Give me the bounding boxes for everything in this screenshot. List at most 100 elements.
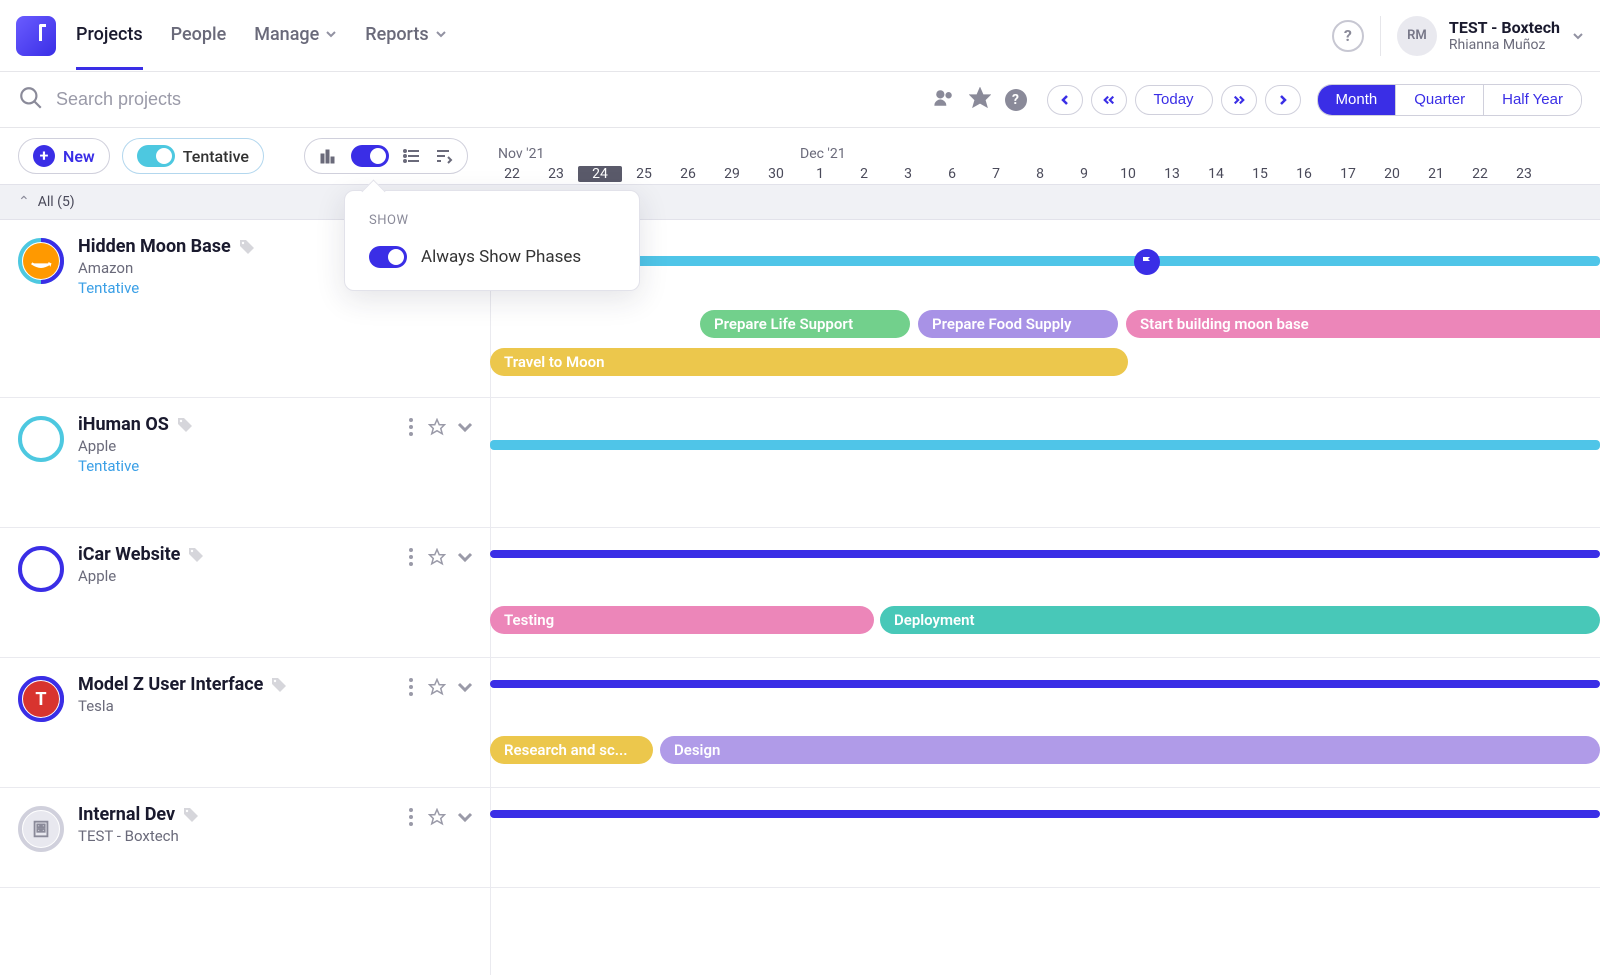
phase-bar[interactable]: Design [660, 736, 1600, 764]
search-input[interactable] [56, 89, 316, 110]
chevron-down-icon [1572, 30, 1584, 42]
range-month[interactable]: Month [1318, 85, 1396, 115]
star-icon[interactable] [969, 87, 991, 113]
project-side[interactable]: iCar Website Apple [0, 528, 490, 657]
tentative-toggle[interactable]: Tentative [122, 138, 264, 174]
tag-icon [183, 807, 199, 823]
allocation-bar[interactable] [490, 550, 1600, 558]
range-quarter[interactable]: Quarter [1395, 85, 1483, 115]
chevron-down-icon[interactable] [456, 678, 474, 696]
tag-icon [271, 677, 287, 693]
day-cell[interactable]: 30 [754, 166, 798, 182]
more-icon[interactable] [404, 678, 418, 696]
prev-button[interactable] [1047, 85, 1083, 115]
project-side[interactable]: Internal Dev TEST - Boxtech [0, 788, 490, 887]
help-icon[interactable]: ? [1332, 20, 1364, 52]
phase-bar[interactable]: Deployment [880, 606, 1600, 634]
user-org: TEST - Boxtech [1449, 18, 1560, 37]
group-header[interactable]: ⌃ All (5) [0, 184, 1600, 220]
nav-tab-reports[interactable]: Reports [365, 2, 446, 70]
project-icon [18, 238, 64, 284]
day-cell[interactable]: 17 [1326, 166, 1370, 182]
chevron-down-icon[interactable] [456, 548, 474, 566]
day-cell[interactable]: 7 [974, 166, 1018, 182]
project-icon [18, 416, 64, 462]
new-button[interactable]: + New [18, 138, 110, 174]
chevron-down-icon[interactable] [456, 808, 474, 826]
group-header-label: All (5) [38, 194, 75, 210]
project-row: iCar Website AppleTestingDeployment [0, 528, 1600, 658]
day-cell[interactable]: 14 [1194, 166, 1238, 182]
milestone-flag-icon[interactable] [1134, 249, 1160, 275]
star-icon[interactable] [428, 418, 446, 436]
day-cell[interactable]: 23 [1502, 166, 1546, 182]
nav-tab-manage[interactable]: Manage [254, 2, 337, 70]
toggle-icon [137, 145, 175, 167]
app-logo[interactable] [16, 16, 56, 56]
allocation-bar[interactable] [490, 440, 1600, 450]
phase-bar[interactable]: Prepare Life Support [700, 310, 910, 338]
nav-tab-projects[interactable]: Projects [76, 2, 143, 70]
day-cell[interactable]: 13 [1150, 166, 1194, 182]
more-icon[interactable] [404, 548, 418, 566]
day-cell[interactable]: 21 [1414, 166, 1458, 182]
day-cell[interactable]: 1 [798, 166, 842, 182]
project-row: Hidden Moon Base AmazonTentativePrepare … [0, 220, 1600, 398]
fast-prev-button[interactable] [1091, 85, 1127, 115]
phase-bar[interactable]: Research and sc... [490, 736, 653, 764]
day-cell[interactable]: 24 [578, 166, 622, 182]
day-cell[interactable]: 2 [842, 166, 886, 182]
user-menu[interactable]: RM TEST - Boxtech Rhianna Muñoz [1380, 16, 1584, 56]
chevron-down-icon[interactable] [456, 418, 474, 436]
star-icon[interactable] [428, 548, 446, 566]
search-icon [18, 85, 44, 115]
phase-bar[interactable]: Start building moon base [1126, 310, 1600, 338]
project-side[interactable]: iHuman OS AppleTentative [0, 398, 490, 527]
popover-section-label: SHOW [369, 213, 615, 228]
month-label: Dec '21 [800, 146, 846, 162]
fast-next-button[interactable] [1221, 85, 1257, 115]
day-cell[interactable]: 29 [710, 166, 754, 182]
nav-tab-reports-label: Reports [365, 24, 428, 45]
more-icon[interactable] [404, 418, 418, 436]
project-client: Apple [78, 437, 472, 455]
project-side[interactable]: TModel Z User Interface Tesla [0, 658, 490, 787]
day-cell[interactable]: 16 [1282, 166, 1326, 182]
day-cell[interactable]: 6 [930, 166, 974, 182]
day-cell[interactable]: 15 [1238, 166, 1282, 182]
phase-bar[interactable]: Travel to Moon [490, 348, 1128, 376]
star-icon[interactable] [428, 678, 446, 696]
gantt-area: TestingDeployment [490, 528, 1600, 657]
day-cell[interactable]: 20 [1370, 166, 1414, 182]
next-button[interactable] [1265, 85, 1301, 115]
range-halfyear[interactable]: Half Year [1483, 85, 1581, 115]
day-cell[interactable]: 22 [1458, 166, 1502, 182]
list-icon [403, 147, 421, 165]
people-icon[interactable] [933, 87, 955, 113]
tag-icon [239, 239, 255, 255]
phase-bar[interactable]: Testing [490, 606, 874, 634]
day-cell[interactable]: 3 [886, 166, 930, 182]
today-button[interactable]: Today [1135, 85, 1213, 115]
day-cell[interactable]: 26 [666, 166, 710, 182]
day-cell[interactable]: 9 [1062, 166, 1106, 182]
star-icon[interactable] [428, 808, 446, 826]
allocation-bar[interactable] [490, 810, 1600, 818]
help-icon[interactable]: ? [1005, 89, 1027, 111]
nav-tab-people[interactable]: People [171, 2, 227, 70]
day-cell[interactable]: 10 [1106, 166, 1150, 182]
view-options[interactable] [304, 138, 468, 174]
phases-toggle[interactable] [369, 246, 407, 268]
gantt-area [490, 398, 1600, 527]
user-avatar: RM [1397, 16, 1437, 56]
day-cell[interactable]: 8 [1018, 166, 1062, 182]
day-cell[interactable]: 23 [534, 166, 578, 182]
new-button-label: New [63, 147, 95, 166]
day-cell[interactable]: 25 [622, 166, 666, 182]
allocation-bar[interactable] [490, 256, 1600, 266]
phase-bar[interactable]: Prepare Food Supply [918, 310, 1118, 338]
more-icon[interactable] [404, 808, 418, 826]
project-status: Tentative [78, 457, 472, 475]
allocation-bar[interactable] [490, 680, 1600, 688]
day-cell[interactable]: 22 [490, 166, 534, 182]
